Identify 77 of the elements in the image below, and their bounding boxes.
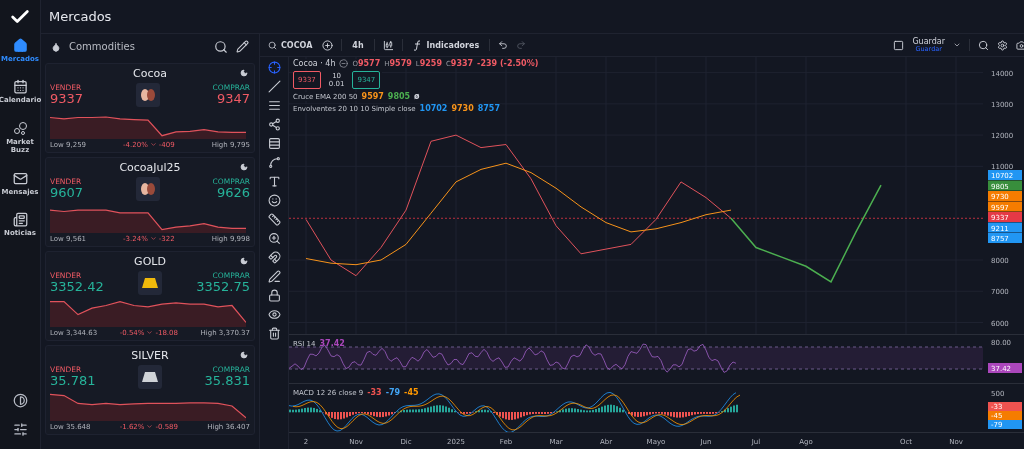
fib-icon[interactable] [267, 137, 281, 150]
list-title: Commodities [69, 41, 136, 52]
chevron-down-icon [146, 423, 154, 430]
moon-icon [240, 69, 248, 77]
sell-price[interactable]: 35.781 [50, 374, 96, 389]
collapse-icon[interactable] [339, 59, 349, 68]
cocoa-beans-icon [139, 182, 156, 196]
cocoa-beans-icon [139, 88, 156, 102]
sell-price[interactable]: 9607 [50, 186, 84, 201]
pencil-icon[interactable] [236, 40, 249, 53]
study-value: -79 [385, 388, 401, 397]
lines-icon[interactable] [267, 99, 281, 112]
candles-icon[interactable] [382, 39, 394, 51]
sell-price[interactable]: 3352.42 [50, 280, 104, 295]
study-value: -33 [367, 388, 382, 397]
magnet-icon[interactable] [267, 251, 281, 264]
interval-button[interactable]: 4h [350, 38, 366, 52]
study-value: 8757 [477, 104, 500, 113]
eye-icon[interactable] [267, 308, 281, 321]
study-value: ø [414, 92, 420, 101]
buy-price[interactable]: 35.831 [204, 374, 250, 389]
home-icon [12, 38, 28, 53]
market-name: CocoaJul25 [119, 161, 181, 174]
bubbles-icon [12, 120, 28, 136]
study-value: -45 [404, 388, 419, 397]
study-value: 9805 [387, 92, 411, 101]
smile-icon[interactable] [267, 194, 281, 207]
trend-line-icon[interactable] [267, 80, 281, 93]
layout-icon[interactable] [893, 39, 905, 51]
drop-icon [51, 41, 61, 52]
symbol-search[interactable]: COCOA [266, 38, 315, 52]
chevron-down-icon [149, 235, 157, 242]
market-name: SILVER [131, 349, 169, 362]
moon-icon [240, 351, 248, 359]
market-name: Cocoa [133, 67, 167, 80]
contrast-icon[interactable] [12, 393, 28, 408]
buy-price[interactable]: 9347 [216, 92, 250, 107]
page-title: Mercados [49, 9, 112, 24]
newspaper-icon [12, 211, 28, 227]
search-icon[interactable] [978, 39, 989, 51]
chevron-down-icon[interactable] [953, 41, 961, 49]
study-value: 9597 [361, 92, 384, 101]
wave-icon[interactable] [267, 156, 281, 169]
crosshair-icon[interactable] [267, 61, 281, 74]
ruler-icon[interactable] [267, 213, 281, 226]
sliders-icon[interactable] [12, 422, 28, 437]
mail-icon [12, 170, 28, 186]
buy-price[interactable]: 9626 [216, 186, 250, 201]
study-value: 10702 [419, 104, 448, 113]
change-value: -239 (-2.50%) [477, 59, 539, 68]
moon-icon [240, 257, 248, 265]
lock-icon[interactable] [267, 289, 281, 302]
moon-icon [240, 163, 248, 171]
pen-icon[interactable] [267, 270, 281, 283]
chart-title: Cocoa · 4h [293, 59, 336, 68]
settings-icon[interactable] [997, 39, 1008, 51]
chevron-down-icon [149, 141, 157, 148]
calendar-icon [12, 79, 28, 95]
sell-price[interactable]: 9337 [50, 92, 84, 107]
study-value: 9730 [451, 104, 474, 113]
ingot-icon [141, 371, 159, 383]
buy-price[interactable]: 3352.75 [196, 280, 250, 295]
chevron-down-icon [146, 329, 154, 336]
trash-icon[interactable] [267, 327, 281, 340]
text-icon[interactable] [267, 175, 281, 188]
pattern-icon[interactable] [267, 118, 281, 131]
search-icon[interactable] [214, 39, 228, 54]
indicators-button[interactable]: Indicadores [410, 37, 482, 53]
zoom-in-icon[interactable] [267, 232, 281, 245]
camera-icon[interactable] [1016, 39, 1024, 51]
market-name: GOLD [134, 255, 166, 268]
add-icon[interactable] [322, 39, 334, 51]
ingot-icon [141, 277, 159, 289]
undo-icon[interactable] [498, 40, 509, 50]
search-icon [268, 40, 277, 50]
function-icon [412, 39, 423, 51]
study-value: 37.42 [319, 339, 345, 348]
